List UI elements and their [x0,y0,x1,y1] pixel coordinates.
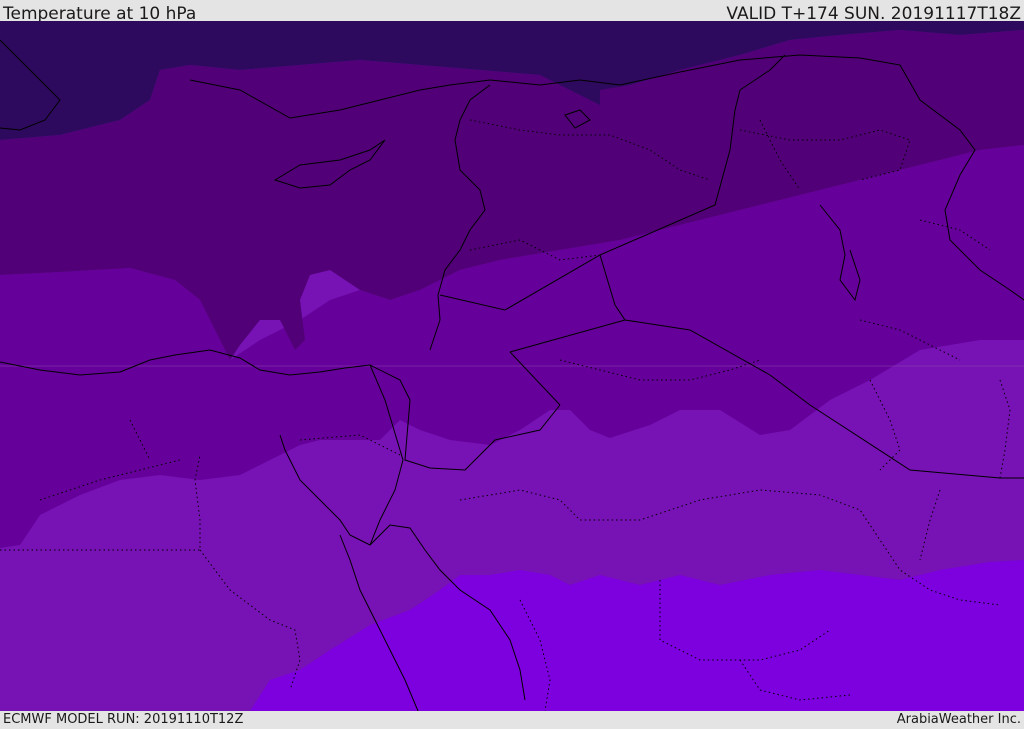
weather-map-frame: Temperature at 10 hPa VALID T+174 SUN. 2… [0,0,1024,729]
map-canvas [0,21,1024,711]
model-run-label: ECMWF MODEL RUN: 20191110T12Z [3,712,244,727]
valid-time-label: VALID T+174 SUN. 20191117T18Z [726,4,1021,24]
temperature-map[interactable] [0,21,1024,711]
credit-label: ArabiaWeather Inc. [896,712,1021,727]
map-title: Temperature at 10 hPa [3,4,197,24]
